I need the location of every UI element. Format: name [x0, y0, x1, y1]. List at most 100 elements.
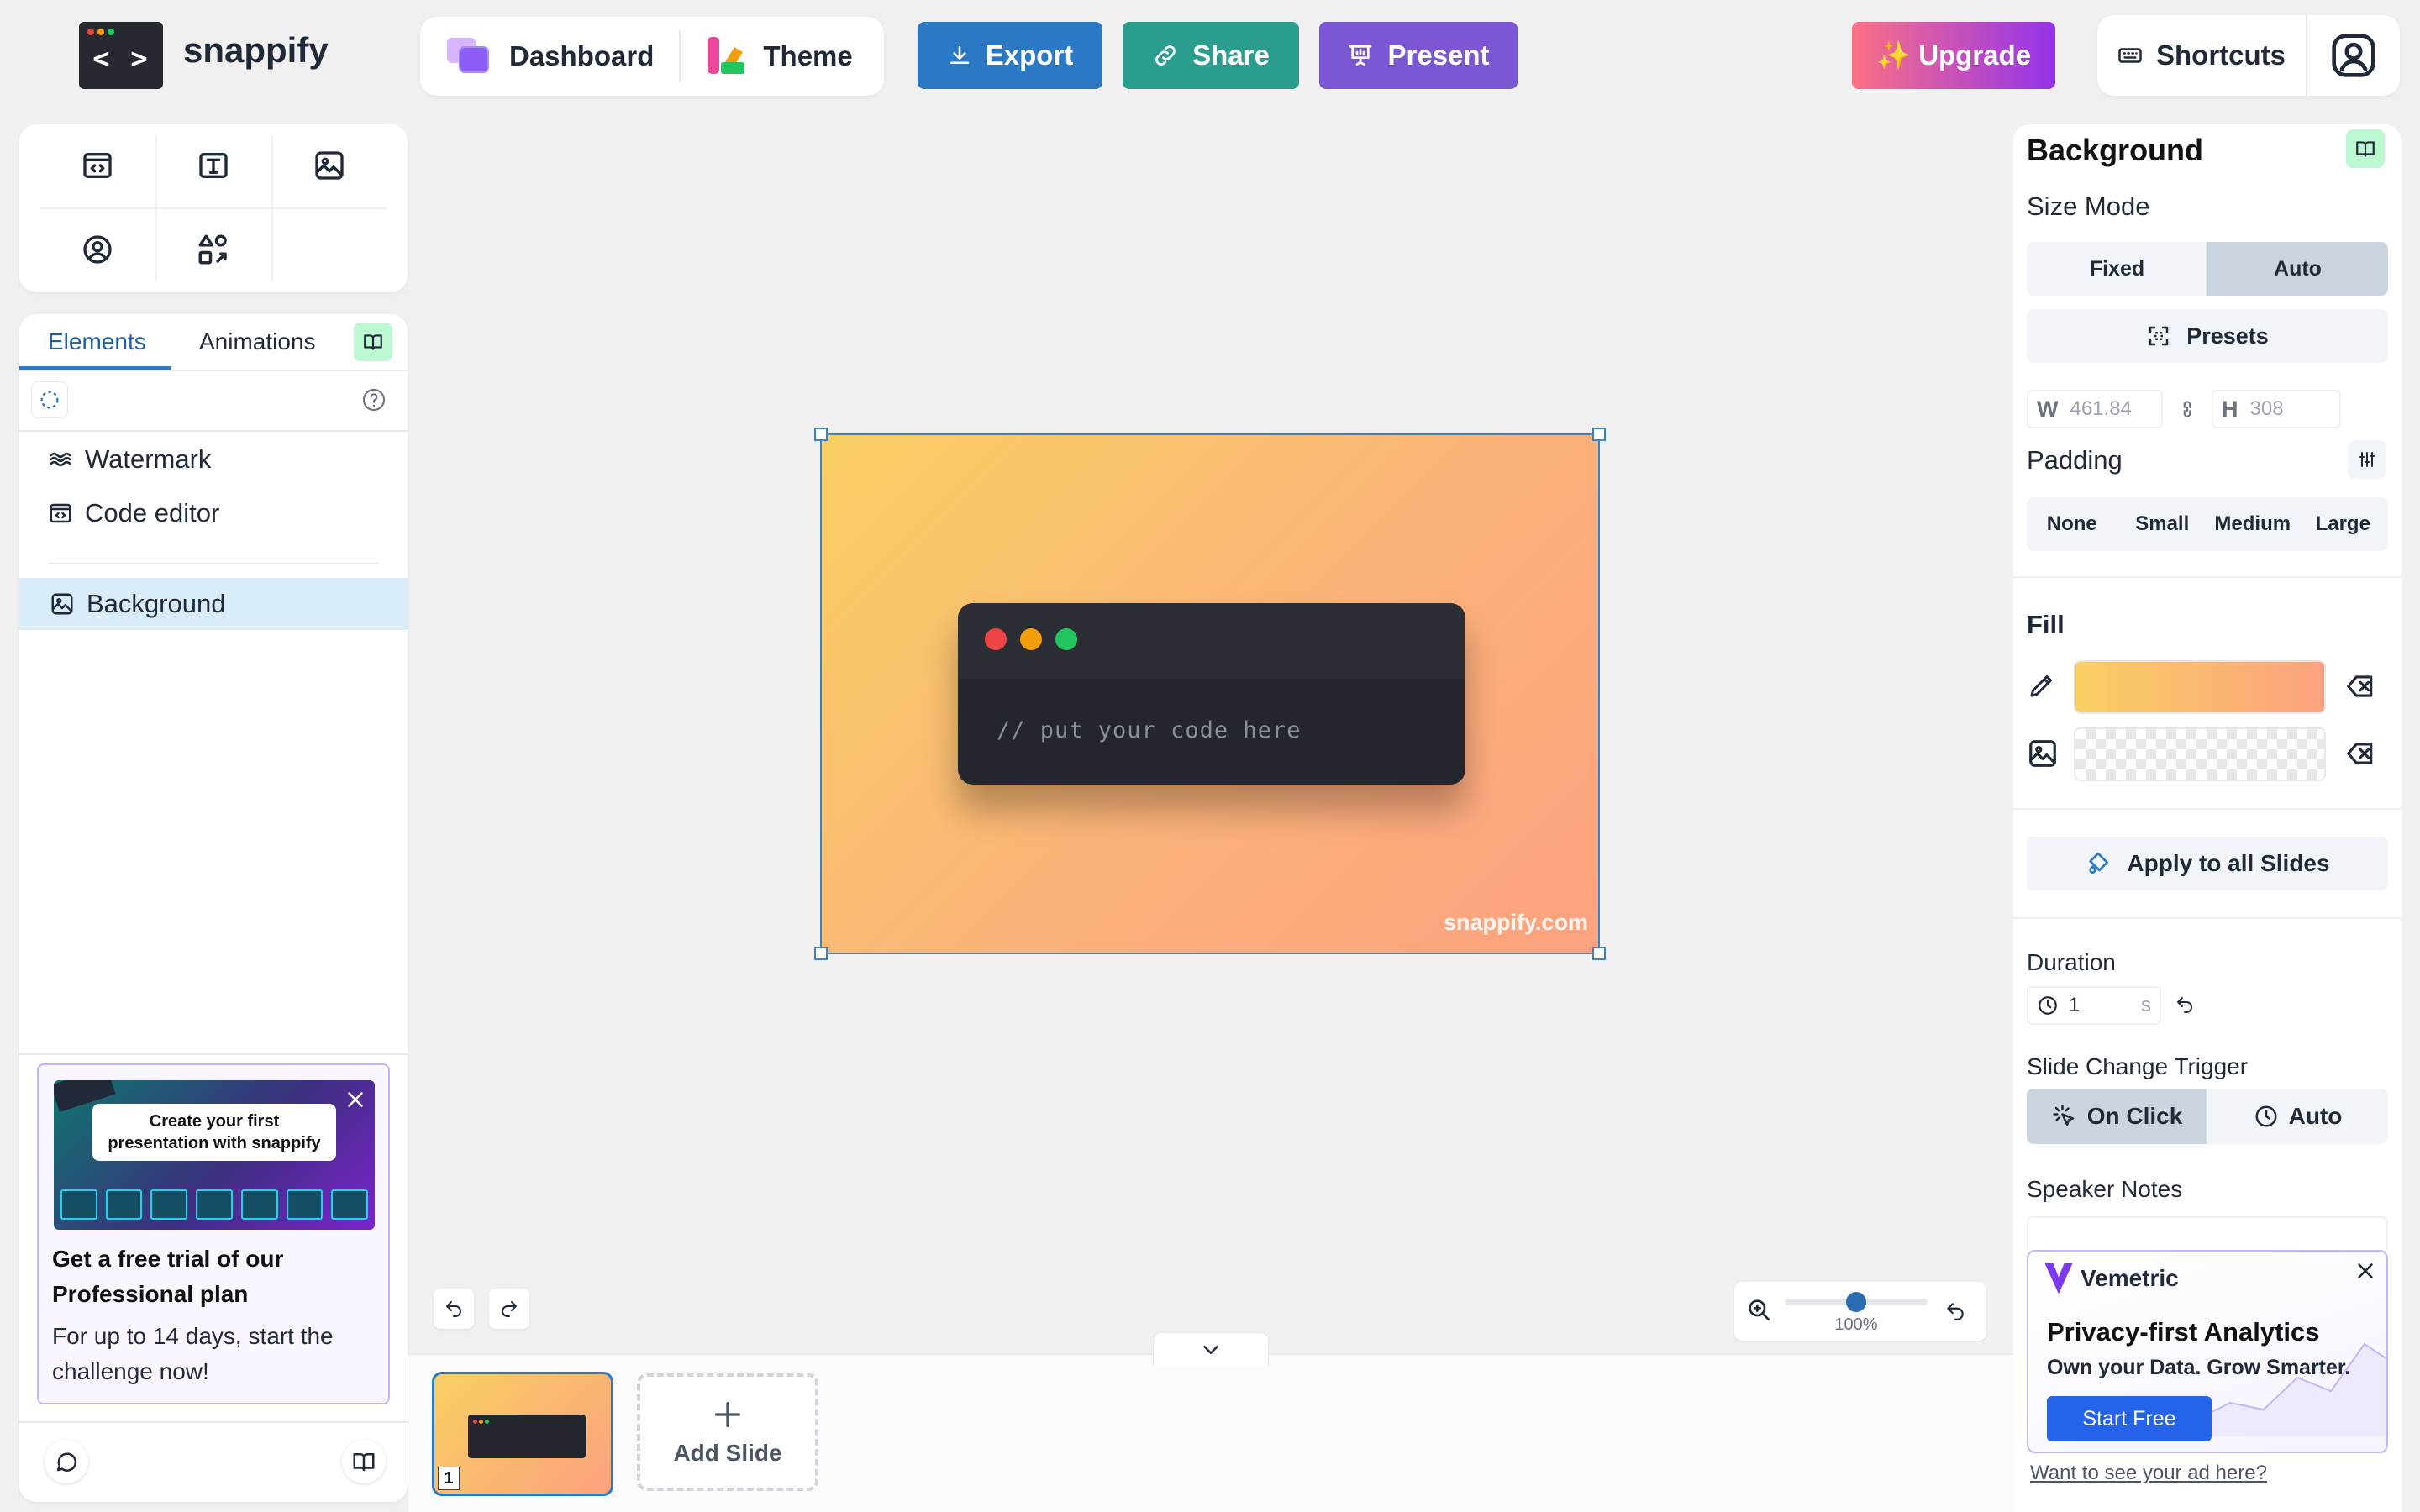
clear-fill-button[interactable] — [2344, 670, 2376, 702]
apply-all-label: Apply to all Slides — [2127, 850, 2330, 876]
layer-code-editor[interactable]: Code editor — [19, 487, 408, 539]
apply-all-slides-button[interactable]: Apply to all Slides — [2027, 837, 2388, 890]
collapse-filmstrip-button[interactable] — [1153, 1332, 1269, 1366]
code-placeholder[interactable]: // put your code here — [997, 717, 1301, 743]
add-text-button[interactable] — [155, 124, 271, 207]
ad-headline: Privacy-first Analytics — [2047, 1317, 2320, 1347]
book-icon — [351, 1449, 376, 1474]
height-value: 308 — [2249, 397, 2284, 420]
slide-thumbnail[interactable]: 1 — [432, 1372, 613, 1496]
padding-small[interactable]: Small — [2118, 497, 2208, 551]
book-icon — [362, 331, 384, 353]
resize-handle-top-right[interactable] — [1592, 428, 1606, 441]
feedback-button[interactable] — [45, 1440, 88, 1483]
watermark-text[interactable]: snappify.com — [1444, 910, 1588, 936]
fill-gradient-swatch[interactable] — [2074, 660, 2326, 714]
help-button[interactable] — [360, 386, 387, 413]
tab-animations[interactable]: Animations — [199, 314, 316, 370]
add-shape-button[interactable] — [155, 208, 271, 291]
inspector-panel: Background Size Mode Fixed Auto Presets … — [2013, 124, 2402, 1512]
layer-watermark[interactable]: Watermark — [19, 433, 408, 486]
layer-background[interactable]: Background — [19, 578, 408, 630]
docs-button[interactable] — [354, 323, 392, 361]
share-button[interactable]: Share — [1123, 22, 1299, 89]
watermark-icon — [48, 447, 73, 472]
speaker-notes-input[interactable] — [2027, 1216, 2388, 1250]
slides-filmstrip: 1 Add Slide — [408, 1354, 2013, 1512]
resize-handle-top-left[interactable] — [814, 428, 828, 441]
tab-elements[interactable]: Elements — [48, 314, 146, 370]
resize-handle-bottom-left[interactable] — [814, 947, 828, 960]
reset-duration-icon[interactable] — [2175, 995, 2195, 1015]
element-tools — [19, 124, 408, 292]
trigger-on-click[interactable]: On Click — [2027, 1089, 2207, 1144]
zoom-slider-thumb[interactable] — [1846, 1292, 1866, 1312]
padding-label: Padding — [2027, 445, 2123, 475]
clock-icon — [2037, 995, 2059, 1016]
trigger-auto[interactable]: Auto — [2207, 1089, 2388, 1144]
duration-value: 1 — [2069, 994, 2081, 1016]
logo-dot-red — [87, 29, 94, 35]
zoom-reset-icon[interactable] — [1944, 1300, 1966, 1322]
app-logo[interactable]: < > — [79, 22, 163, 89]
docs-footer-button[interactable] — [342, 1440, 386, 1483]
add-slide-button[interactable]: Add Slide — [637, 1373, 818, 1491]
export-button[interactable]: Export — [918, 22, 1102, 89]
upgrade-button[interactable]: ✨ Upgrade — [1852, 22, 2055, 89]
undo-icon — [444, 1299, 464, 1319]
duration-input[interactable]: 1 s — [2027, 986, 2161, 1025]
slide-number: 1 — [438, 1467, 460, 1490]
select-all-button[interactable] — [31, 381, 68, 418]
pencil-icon[interactable] — [2027, 670, 2057, 701]
size-mode-auto[interactable]: Auto — [2207, 242, 2388, 296]
inspector-docs-button[interactable] — [2346, 129, 2385, 168]
add-image-button[interactable] — [271, 124, 387, 207]
height-field[interactable]: H 308 — [2212, 390, 2341, 428]
present-button[interactable]: Present — [1319, 22, 1518, 89]
undo-button[interactable] — [434, 1289, 474, 1329]
promo-thumbnails — [60, 1189, 369, 1220]
trial-promo-card[interactable]: Create your first presentation with snap… — [37, 1063, 390, 1404]
advertise-link[interactable]: Want to see your ad here? — [2030, 1462, 2267, 1485]
close-icon — [343, 1087, 368, 1112]
padding-none[interactable]: None — [2027, 497, 2118, 551]
image-icon[interactable] — [2027, 738, 2059, 769]
shortcuts-button[interactable]: Shortcuts — [2097, 15, 2306, 96]
trigger-label: Slide Change Trigger — [2027, 1053, 2249, 1079]
zoom-slider[interactable] — [1785, 1292, 1928, 1312]
close-promo-button[interactable] — [343, 1087, 368, 1112]
presets-button[interactable]: Presets — [2027, 309, 2388, 363]
zoom-in-icon[interactable] — [1746, 1297, 1773, 1324]
sliders-icon — [2357, 449, 2377, 470]
ad-cta-button[interactable]: Start Free — [2047, 1396, 2212, 1441]
slide-canvas[interactable]: // put your code here snappify.com — [814, 428, 1606, 960]
logo-dot-yellow — [97, 29, 104, 35]
aspect-lock-icon[interactable] — [2176, 398, 2198, 420]
code-editor-window[interactable]: // put your code here — [958, 603, 1465, 785]
padding-medium[interactable]: Medium — [2207, 497, 2298, 551]
presentation-icon — [1347, 42, 1374, 69]
add-code-window-button[interactable] — [39, 124, 155, 207]
clear-image-button[interactable] — [2344, 738, 2376, 769]
divider — [19, 370, 408, 371]
redo-button[interactable] — [489, 1289, 529, 1329]
duration-label: Duration — [2027, 949, 2116, 975]
add-avatar-button[interactable] — [39, 208, 155, 291]
paint-bucket-icon — [2085, 850, 2112, 877]
account-button[interactable] — [2307, 15, 2400, 96]
padding-toggle: None Small Medium Large — [2027, 497, 2388, 551]
resize-handle-bottom-right[interactable] — [1592, 947, 1606, 960]
dashboard-button[interactable]: Dashboard — [420, 17, 679, 96]
padding-settings-button[interactable] — [2348, 440, 2386, 479]
padding-large[interactable]: Large — [2298, 497, 2389, 551]
sponsor-ad[interactable]: Vemetric Privacy-first Analytics Own you… — [2027, 1250, 2388, 1453]
window-close-dot — [985, 628, 1007, 650]
add-slide-label: Add Slide — [673, 1440, 782, 1466]
layer-label: Code editor — [85, 498, 220, 528]
tab-animations-label: Animations — [199, 328, 316, 354]
size-mode-fixed[interactable]: Fixed — [2027, 242, 2207, 296]
close-ad-button[interactable] — [2353, 1258, 2378, 1284]
width-field[interactable]: W 461.84 — [2027, 390, 2163, 428]
fill-image-swatch[interactable] — [2074, 727, 2326, 781]
theme-button[interactable]: Theme — [681, 17, 877, 96]
